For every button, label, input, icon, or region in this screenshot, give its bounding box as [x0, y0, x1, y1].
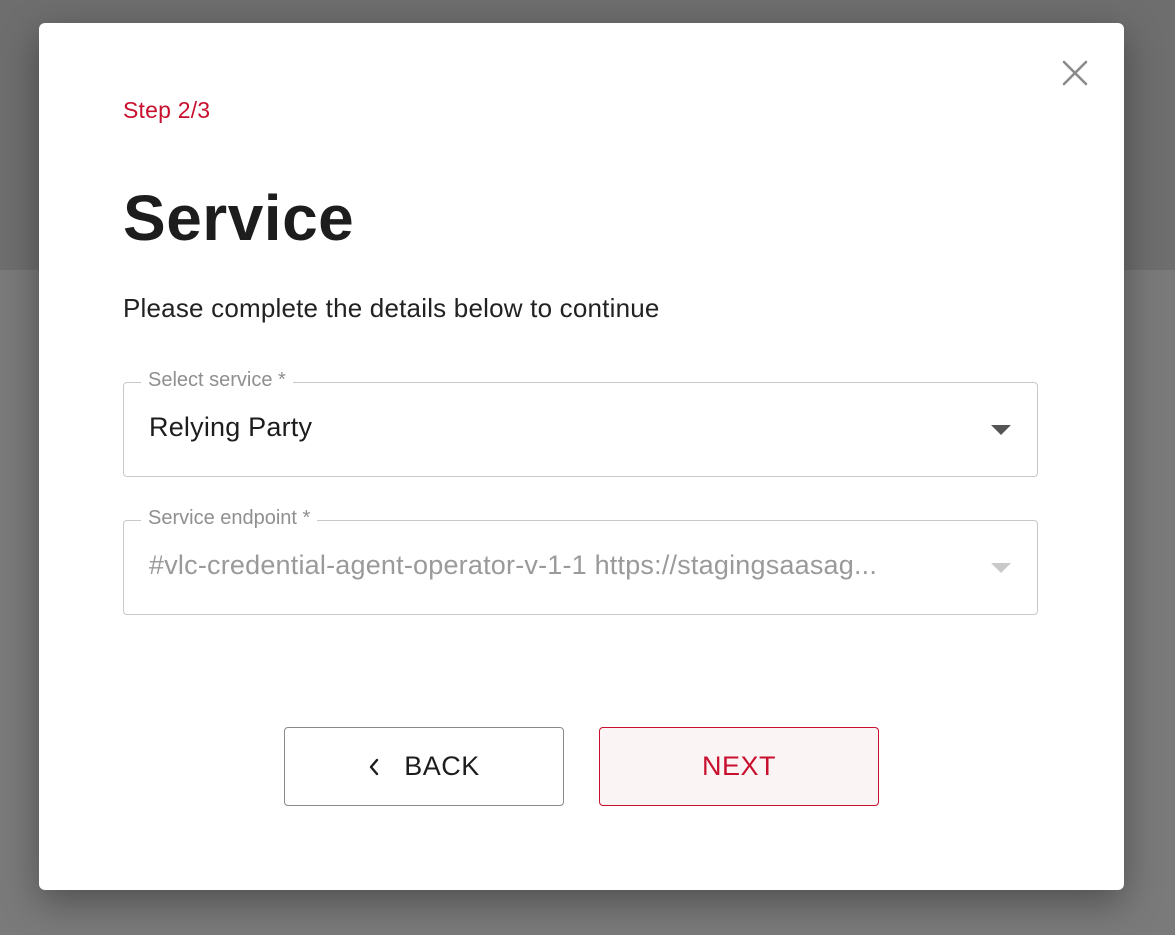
select-service-label: Select service * [141, 369, 293, 392]
select-service-value: Relying Party [149, 412, 313, 442]
step-indicator: Step 2/3 [123, 97, 211, 123]
next-button-label: NEXT [701, 751, 776, 781]
service-endpoint-label: Service endpoint * [141, 507, 318, 530]
back-button-label: BACK [404, 751, 480, 781]
chevron-left-icon [368, 757, 380, 777]
dialog-title: Service [123, 182, 355, 254]
dialog-subtitle: Please complete the details below to con… [123, 293, 660, 323]
service-endpoint-value: #vlc-credential-agent-operator-v-1-1 htt… [149, 550, 878, 580]
close-icon [1062, 60, 1088, 86]
close-button[interactable] [1057, 55, 1093, 91]
service-endpoint-dropdown[interactable]: Service endpoint * #vlc-credential-agent… [123, 507, 1038, 615]
back-button[interactable]: BACK [284, 727, 564, 806]
chevron-down-icon [991, 425, 1011, 435]
chevron-down-icon [991, 563, 1011, 573]
next-button[interactable]: NEXT [599, 727, 879, 806]
select-service-dropdown[interactable]: Select service * Relying Party [123, 369, 1038, 477]
service-dialog: Step 2/3 Service Please complete the det… [39, 23, 1124, 890]
